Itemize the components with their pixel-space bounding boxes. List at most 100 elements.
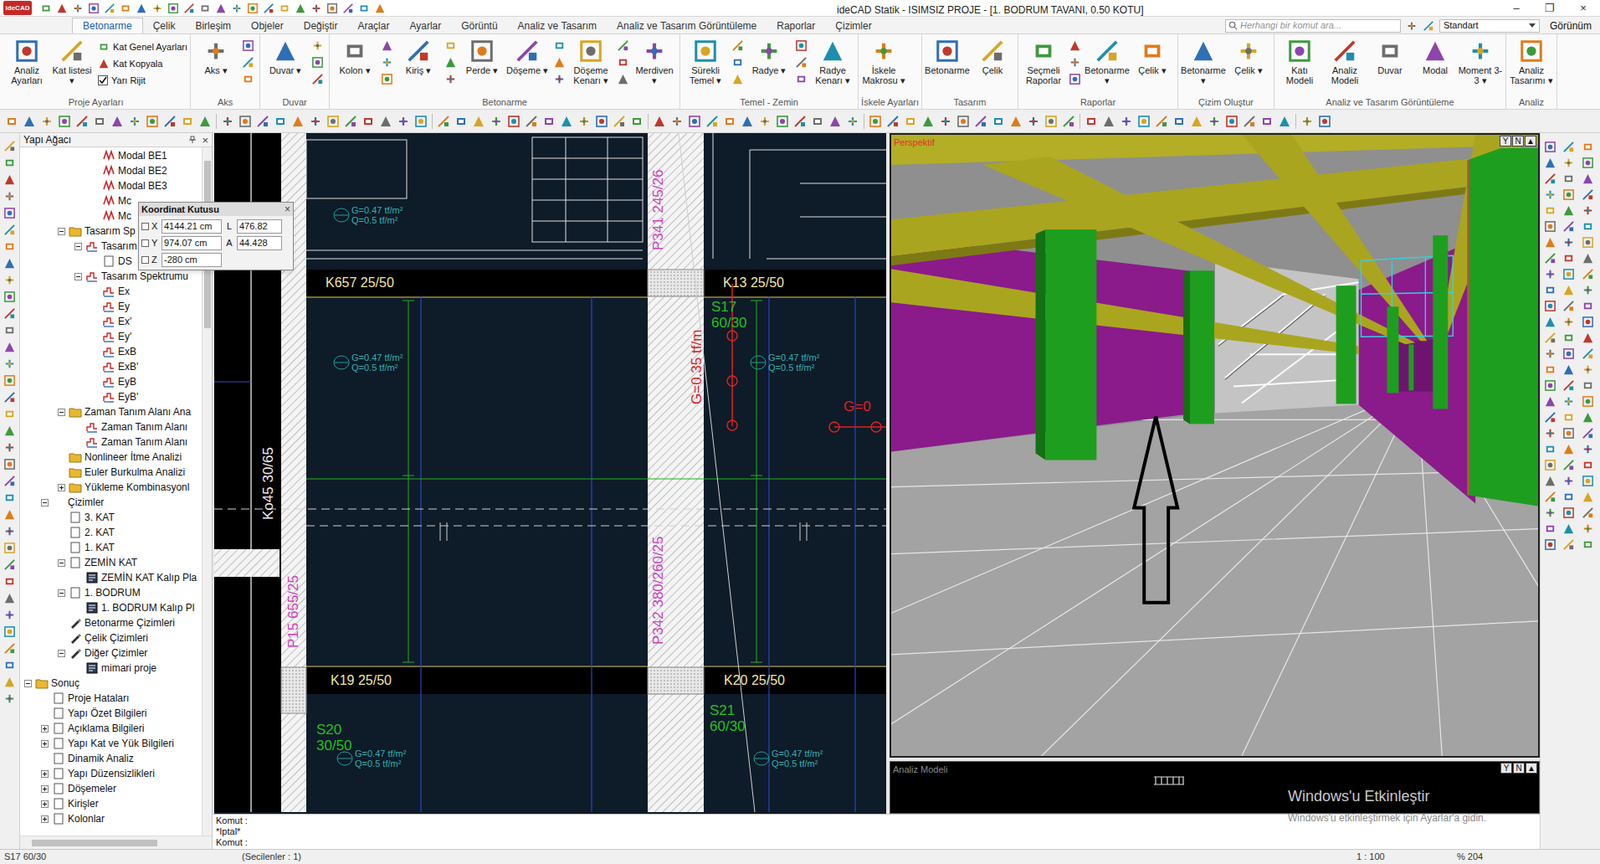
ribbon-button[interactable]: Perde ▾ <box>459 36 505 76</box>
left-tool-icon[interactable] <box>3 541 16 554</box>
toolbar-icon[interactable] <box>22 114 36 129</box>
ribbon-mini-icon[interactable] <box>241 56 255 69</box>
collapse-icon[interactable] <box>57 558 66 567</box>
ribbon-tab[interactable]: Objeler <box>241 17 294 34</box>
view-button[interactable]: Y <box>1499 135 1512 147</box>
ribbon-button-icon[interactable] <box>405 38 431 64</box>
right-tool-icon[interactable] <box>1581 426 1595 440</box>
toolbar-icon[interactable] <box>687 114 702 129</box>
toolbar-icon[interactable] <box>1260 114 1274 129</box>
ribbon-button-icon[interactable] <box>578 38 604 64</box>
right-tool-icon[interactable] <box>1562 474 1575 488</box>
ribbon-button-icon[interactable] <box>469 38 495 64</box>
axis-toggle[interactable] <box>141 239 149 247</box>
toolbar-icon[interactable] <box>1061 114 1076 129</box>
toolbar-icon[interactable] <box>396 114 411 129</box>
ribbon-mini-icon[interactable] <box>553 72 566 86</box>
style-select[interactable]: Standart <box>1439 19 1540 33</box>
ribbon-button[interactable]: Döşeme Kenarı ▾ <box>568 36 614 86</box>
toolbar-icon[interactable] <box>471 114 486 129</box>
right-tool-icon[interactable] <box>1581 140 1595 154</box>
ribbon-button-icon[interactable] <box>272 38 298 64</box>
right-tool-icon[interactable] <box>1543 410 1557 424</box>
right-tool-icon[interactable] <box>1562 379 1575 392</box>
toolbar-icon[interactable] <box>180 114 195 129</box>
right-tool-icon[interactable] <box>1543 379 1557 392</box>
quick-access-icon[interactable] <box>374 2 386 15</box>
right-tool-icon[interactable] <box>1562 347 1575 360</box>
toolbar-icon[interactable] <box>145 114 159 129</box>
ribbon-button-icon[interactable] <box>1422 38 1448 64</box>
column-label[interactable]: P15 655/25 <box>286 574 302 648</box>
toolbar-icon[interactable] <box>273 114 288 129</box>
right-tool-icon[interactable] <box>1562 458 1575 472</box>
ribbon-tab[interactable]: Görüntü <box>451 17 508 34</box>
ribbon-mini-icon[interactable] <box>1068 56 1082 69</box>
right-tool-icon[interactable] <box>1562 426 1575 440</box>
right-tool-icon[interactable] <box>1543 506 1557 519</box>
toolbar-icon[interactable] <box>361 114 375 129</box>
ribbon-button[interactable]: Modal <box>1412 36 1458 76</box>
coordinate-value[interactable]: 476.82 cm <box>236 219 283 234</box>
right-tool-icon[interactable] <box>1562 442 1575 456</box>
right-tool-icon[interactable] <box>1562 538 1575 551</box>
view-button[interactable]: N <box>1512 135 1524 147</box>
toolbar-icon[interactable] <box>1044 114 1058 129</box>
tree-expander[interactable] <box>40 769 50 779</box>
tree-item[interactable]: Tasarım Spektrumu <box>20 268 202 284</box>
line-load-label[interactable]: G=0.35 tf/m <box>689 329 705 405</box>
tree-expander[interactable] <box>56 588 67 598</box>
right-tool-icon[interactable] <box>1581 474 1595 488</box>
tree-expander[interactable] <box>73 241 83 252</box>
tree-hscrollbar[interactable] <box>20 835 212 849</box>
toolbar-icon[interactable] <box>612 114 626 129</box>
command-area[interactable]: Komut :*Iptal*Komut : <box>212 813 1540 849</box>
layout-icon[interactable] <box>1422 20 1435 32</box>
ribbon-button-icon[interactable] <box>692 38 718 64</box>
ribbon-button-icon[interactable] <box>1332 38 1358 64</box>
toolbar-icon[interactable] <box>577 114 591 129</box>
ribbon-button-icon[interactable] <box>934 38 960 64</box>
left-tool-icon[interactable] <box>3 256 16 270</box>
tree-expander[interactable] <box>56 558 67 568</box>
coordinate-box-close[interactable]: × <box>284 204 291 215</box>
ribbon-button-icon[interactable] <box>1030 38 1057 64</box>
ribbon-button-icon[interactable] <box>342 38 368 64</box>
coordinate-value[interactable]: -280 cm <box>161 252 222 267</box>
ribbon-button[interactable]: Çelik ▾ <box>1129 36 1175 76</box>
tree-item[interactable]: Dinamik Analiz <box>20 750 202 766</box>
tree-item[interactable]: 3. KAT <box>20 509 202 525</box>
right-tool-icon[interactable] <box>1543 315 1557 329</box>
left-tool-icon[interactable] <box>3 641 16 655</box>
ribbon-mini-icon[interactable] <box>553 39 566 52</box>
ribbon-small-button[interactable]: Kat Genel Ayarları <box>97 40 188 54</box>
ribbon-tab[interactable]: Çelik <box>143 17 186 34</box>
left-tool-icon[interactable] <box>3 424 16 437</box>
right-tool-icon[interactable] <box>1581 410 1595 424</box>
ribbon-mini-icon[interactable] <box>616 72 630 86</box>
small-button-icon[interactable] <box>97 57 110 70</box>
expand-icon[interactable] <box>41 815 49 823</box>
right-tool-icon[interactable] <box>1543 474 1557 488</box>
quick-access-icon[interactable] <box>342 2 354 15</box>
right-tool-icon[interactable] <box>1581 267 1595 281</box>
ribbon-button[interactable]: Betonarme <box>924 36 970 76</box>
right-tool-icon[interactable] <box>1581 235 1595 249</box>
ribbon-button[interactable]: Analiz Tasarımı ▾ <box>1508 36 1554 86</box>
right-tool-icon[interactable] <box>1562 188 1575 201</box>
hscroll-thumb[interactable] <box>31 839 158 847</box>
slab-label[interactable]: S2030/50 <box>316 721 353 754</box>
toolbar-icon[interactable] <box>630 114 644 129</box>
ribbon-mini-icon[interactable] <box>794 56 808 69</box>
toolbar-icon[interactable] <box>75 114 89 129</box>
right-tool-icon[interactable] <box>1543 490 1557 503</box>
right-tool-icon[interactable] <box>1562 299 1575 313</box>
right-tool-icon[interactable] <box>1543 331 1557 344</box>
tree-item[interactable]: Proje Hataları <box>20 690 202 706</box>
toolbar-icon[interactable] <box>163 114 177 129</box>
toolbar-icon[interactable] <box>5 114 19 129</box>
tree-item[interactable]: ExB <box>20 343 202 359</box>
column-label[interactable]: P341 245/26 <box>651 169 667 251</box>
ribbon-mini-icon[interactable] <box>380 39 394 52</box>
window-control-button[interactable]: ❐ <box>1533 0 1567 16</box>
